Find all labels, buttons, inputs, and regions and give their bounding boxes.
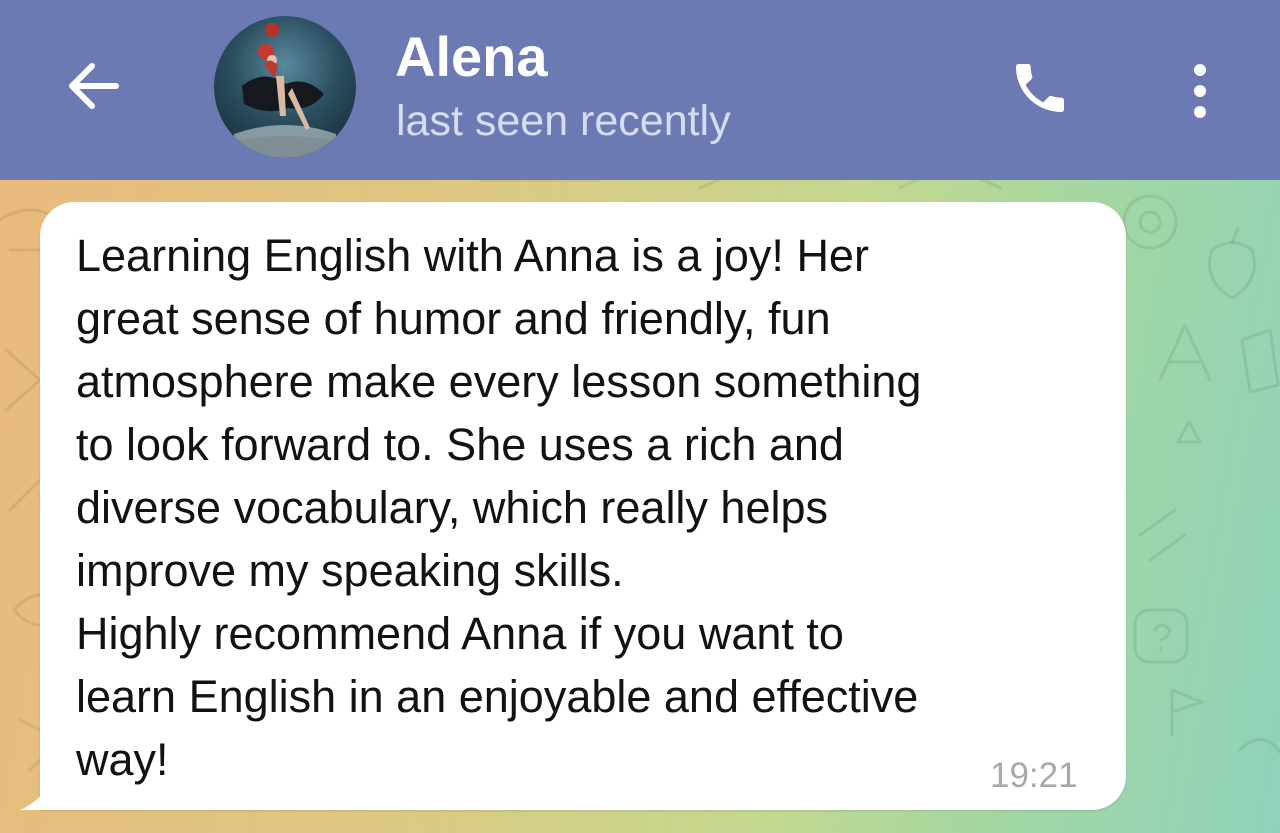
avatar-image [214, 23, 356, 158]
arrow-left-icon [69, 63, 119, 109]
call-button[interactable] [1000, 50, 1080, 126]
chat-header: Alena last seen recently [0, 0, 1280, 180]
message-time: 19:21 [990, 756, 1078, 795]
bubble-tail [20, 782, 50, 810]
phone-icon [1016, 64, 1064, 112]
contact-status: last seen recently [396, 97, 731, 145]
more-options-button[interactable] [1170, 50, 1230, 126]
contact-name[interactable]: Alena [395, 26, 548, 88]
more-vertical-icon [1194, 64, 1206, 118]
back-button[interactable] [52, 52, 132, 120]
message-text: Learning English with Anna is a joy! Her… [76, 230, 922, 785]
avatar[interactable] [214, 16, 356, 158]
